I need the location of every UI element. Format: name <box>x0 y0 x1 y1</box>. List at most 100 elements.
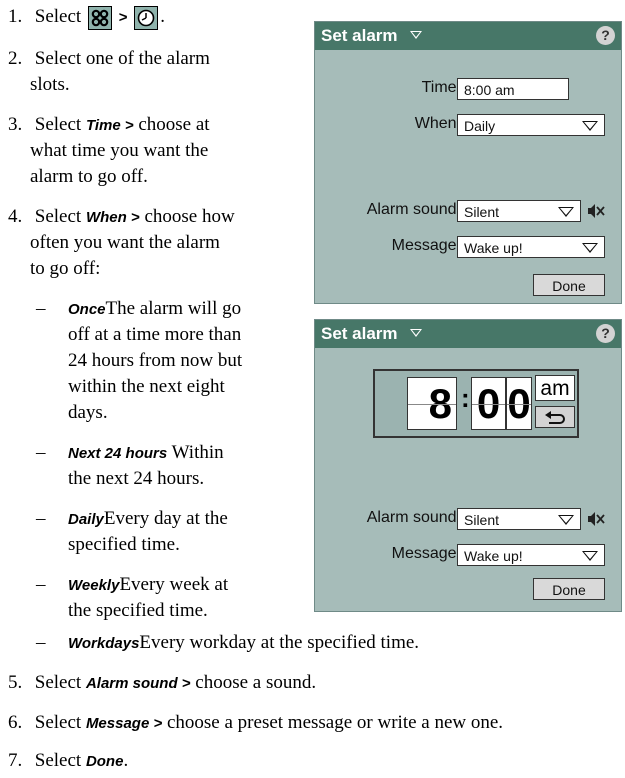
am-pm-toggle[interactable]: am <box>535 375 575 401</box>
done-button[interactable]: Done <box>533 578 605 600</box>
undo-arrow-icon <box>545 411 565 424</box>
dropdown-arrow-icon <box>558 515 574 525</box>
dash: – <box>36 298 46 319</box>
dash: – <box>36 442 46 463</box>
option-text: Every week at <box>119 574 229 595</box>
panel-title: Set alarm <box>321 324 398 343</box>
alarm-sound-select[interactable]: Silent <box>457 508 581 530</box>
option-text: the next 24 hours. <box>68 468 205 489</box>
option-once: OnceThe alarm will go <box>68 296 241 323</box>
panel-titlebar[interactable]: Set alarm ? <box>315 22 621 50</box>
minute-ones-digit[interactable]: 0 <box>506 377 532 430</box>
minute-tens-digit[interactable]: 0 <box>471 377 506 430</box>
keyword: Message > <box>85 715 163 732</box>
undo-button[interactable] <box>535 406 575 428</box>
step-text: Select one of the alarm <box>34 48 210 69</box>
alarm-sound-select[interactable]: Silent <box>457 200 581 222</box>
when-label: When: <box>414 115 461 132</box>
step-number: 3. <box>8 114 23 135</box>
option-text: 24 hours from now but <box>68 350 243 371</box>
step-text: to go off: <box>30 258 101 279</box>
keyword: Workdays <box>68 635 140 652</box>
speaker-muted-icon[interactable] <box>587 511 605 527</box>
when-select[interactable]: Daily <box>457 114 605 136</box>
option-text: the specified time. <box>68 600 208 621</box>
message-select[interactable]: Wake up! <box>457 544 605 566</box>
step-number: 5. <box>8 672 23 693</box>
time-label: Time: <box>421 79 461 96</box>
dash: – <box>36 632 46 653</box>
panel-title: Set alarm <box>321 26 398 45</box>
help-icon[interactable]: ? <box>596 324 615 343</box>
step-5: 5. Select Alarm sound > choose a sound. <box>8 670 316 697</box>
hour-digit[interactable]: 8 <box>407 377 457 430</box>
message-select[interactable]: Wake up! <box>457 236 605 258</box>
step-1: 1. Select > . <box>8 4 165 31</box>
set-alarm-panel-form: Set alarm ? Time: 8:00 am When: Daily Al… <box>314 21 622 304</box>
step-text: alarm to go off. <box>30 166 148 187</box>
step-3: 3. Select Time > choose at <box>8 112 210 139</box>
alarm-sound-value: Silent <box>464 204 500 220</box>
step-text: Select <box>34 114 82 135</box>
step-text: often you want the alarm <box>30 232 220 253</box>
message-label: Message: <box>391 545 461 562</box>
step-end: . <box>123 750 129 771</box>
step-7: 7. Select Done. <box>8 748 128 775</box>
step-4: 4. Select When > choose how <box>8 204 235 231</box>
step-text: Select <box>34 750 82 771</box>
step-2: 2. Select one of the alarm <box>8 46 210 72</box>
step-text: choose at <box>138 114 210 135</box>
keyword: Once <box>68 301 106 318</box>
keyword: Alarm sound > <box>85 675 191 692</box>
alarm-sound-value: Silent <box>464 512 500 528</box>
option-text: off at a time more than <box>68 324 242 345</box>
help-icon[interactable]: ? <box>596 26 615 45</box>
dropdown-arrow-icon <box>582 243 598 253</box>
step-end: . <box>160 6 165 27</box>
done-button[interactable]: Done <box>533 274 605 296</box>
step-text: Select <box>34 672 82 693</box>
separator: > <box>118 9 128 26</box>
keyword: Daily <box>68 511 104 528</box>
when-value: Daily <box>464 118 496 134</box>
option-text: Every workday at the specified time. <box>139 632 420 653</box>
option-next-24-hours: Next 24 hours Within <box>68 440 224 467</box>
step-text: slots. <box>30 74 70 95</box>
time-field[interactable]: 8:00 am <box>457 78 569 100</box>
option-text: Within <box>171 442 224 463</box>
option-weekly: WeeklyEvery week at <box>68 572 228 599</box>
dropdown-arrow-icon[interactable] <box>410 30 423 39</box>
option-daily: DailyEvery day at the <box>68 506 228 533</box>
step-number: 7. <box>8 750 23 771</box>
keyword: When > <box>85 209 140 226</box>
step-number: 1. <box>8 6 23 27</box>
step-text: choose how <box>144 206 235 227</box>
step-text: choose a sound. <box>195 672 317 693</box>
message-label: Message: <box>391 237 461 254</box>
alarm-sound-label: Alarm sound: <box>366 201 461 218</box>
step-number: 6. <box>8 712 23 733</box>
option-workdays: WorkdaysEvery workday at the specified t… <box>68 630 419 657</box>
option-text: The alarm will go <box>105 298 242 319</box>
panel-titlebar[interactable]: Set alarm ? <box>315 320 621 348</box>
keyword: Weekly <box>68 577 120 594</box>
dropdown-arrow-icon <box>582 121 598 131</box>
option-text: within the next eight <box>68 376 225 397</box>
dash: – <box>36 508 46 529</box>
step-number: 4. <box>8 206 23 227</box>
step-6: 6. Select Message > choose a preset mess… <box>8 710 503 737</box>
dash: – <box>36 574 46 595</box>
clock-icon <box>134 5 159 30</box>
option-text: days. <box>68 402 108 423</box>
speaker-muted-icon[interactable] <box>587 203 605 219</box>
step-text: choose a preset message or write a new o… <box>166 712 504 733</box>
keyword: Done <box>85 753 124 770</box>
apps-grid-icon <box>87 5 112 30</box>
set-alarm-panel-clock: Set alarm ? 8 : 0 0 am Alarm sound: Sile… <box>314 319 622 612</box>
dropdown-arrow-icon[interactable] <box>410 328 423 337</box>
alarm-sound-label: Alarm sound: <box>366 509 461 526</box>
time-picker: 8 : 0 0 am <box>373 369 579 438</box>
message-value: Wake up! <box>464 548 523 564</box>
message-value: Wake up! <box>464 240 523 256</box>
time-colon: : <box>461 383 470 413</box>
